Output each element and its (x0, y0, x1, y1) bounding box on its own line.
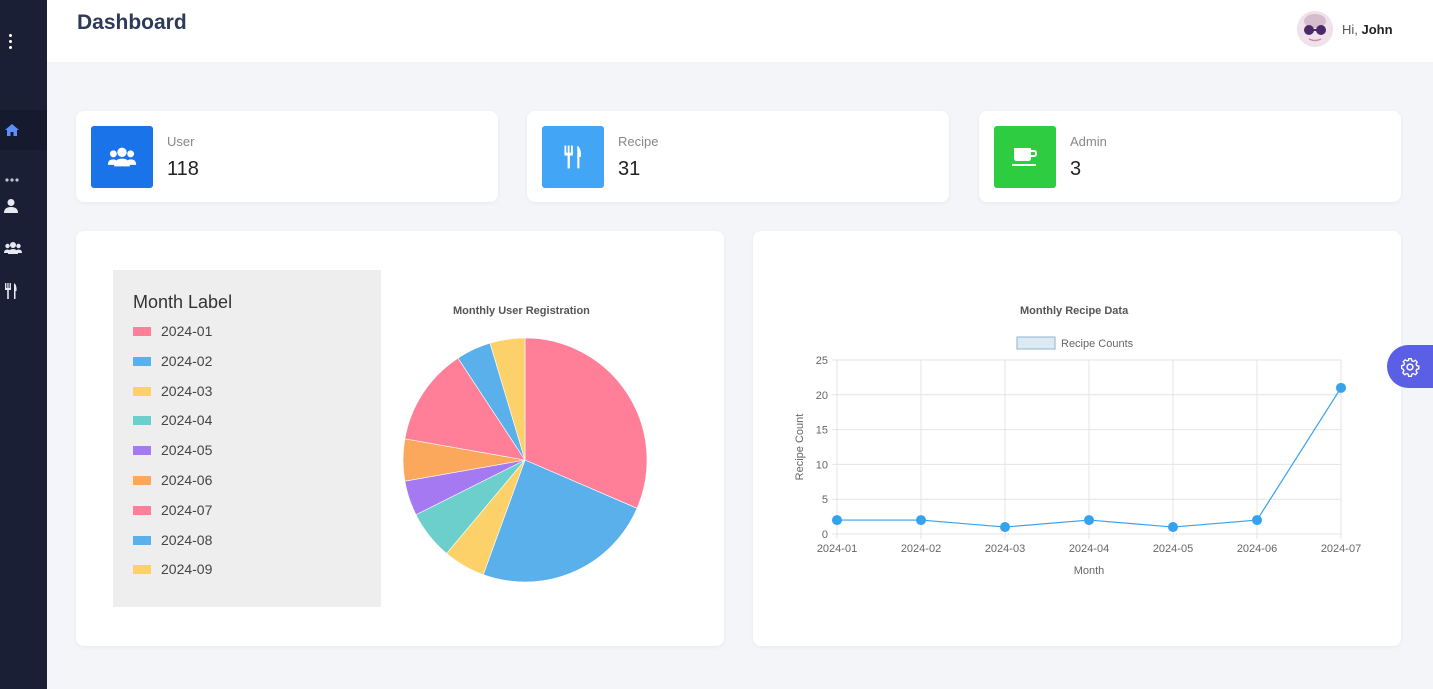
legend-item: 2024-01 (133, 323, 212, 353)
legend-swatch (133, 475, 151, 485)
line-chart-title: Monthly Recipe Data (1020, 305, 1129, 317)
legend-swatch (133, 356, 151, 366)
legend-label: 2024-03 (161, 382, 213, 399)
user-name: John (1361, 22, 1393, 37)
grid (832, 359, 1342, 539)
user-greeting[interactable]: Hi, John (1342, 22, 1393, 37)
home-icon (4, 123, 22, 139)
stat-card-admin: Admin 3 (979, 111, 1401, 202)
x-tick-label: 2024-06 (1237, 543, 1277, 555)
stat-card-user: User 118 (76, 111, 498, 202)
avatar[interactable] (1297, 11, 1333, 47)
legend-item: 2024-06 (133, 472, 212, 502)
user-icon (4, 198, 22, 214)
user-registration-card: Month Label 2024-01 2024-02 2024-03 2024-04… (76, 231, 724, 646)
y-tick-label: 25 (816, 355, 828, 367)
menu-dots-icon[interactable] (7, 34, 15, 54)
x-tick-label: 2024-05 (1153, 543, 1193, 555)
sidebar-item-users[interactable] (4, 241, 22, 257)
x-tick-label: 2024-02 (901, 543, 941, 555)
legend-list: 2024-01 2024-02 2024-03 2024-04 2024-05 2024-… (133, 323, 212, 591)
sidebar (0, 0, 47, 689)
stat-value: 118 (167, 158, 199, 180)
legend-label: 2024-09 (161, 561, 213, 578)
sidebar-item-recipes[interactable] (4, 283, 22, 299)
data-point-2024-05[interactable] (1168, 522, 1178, 533)
legend-swatch (133, 446, 151, 456)
stat-label: Recipe (618, 134, 659, 149)
legend-label: 2024-04 (161, 412, 213, 429)
stat-label: User (167, 134, 195, 149)
recipe-data-card: Monthly Recipe Data 0 5 10 15 20 25 2024-01 202… (753, 231, 1401, 646)
legend-label: 2024-01 (161, 323, 213, 339)
data-point-2024-06[interactable] (1252, 515, 1262, 526)
series-legend-swatch[interactable] (1016, 336, 1056, 350)
legend-item: 2024-07 (133, 502, 212, 532)
stat-value: 31 (618, 158, 641, 180)
y-axis-label: Recipe Count (794, 414, 806, 481)
users-icon (91, 126, 153, 188)
legend-label: 2024-06 (161, 471, 213, 488)
utensils-icon (542, 126, 604, 188)
settings-button[interactable] (1387, 345, 1433, 388)
data-point-2024-03[interactable] (1000, 522, 1010, 533)
legend-item: 2024-02 (133, 353, 212, 383)
legend-swatch (133, 565, 151, 575)
stat-label: Admin (1070, 134, 1107, 149)
greeting-text: Hi, (1342, 22, 1358, 37)
legend-swatch (133, 535, 151, 545)
legend-item: 2024-04 (133, 412, 212, 442)
pie-chart (402, 337, 648, 583)
y-tick-label: 20 (816, 390, 828, 402)
legend-label: 2024-02 (161, 352, 213, 369)
legend-swatch (133, 386, 151, 396)
x-tick-label: 2024-01 (817, 543, 857, 555)
y-tick-label: 10 (816, 459, 828, 471)
users-icon (4, 241, 22, 255)
stat-value: 3 (1070, 158, 1082, 180)
page-title: Dashboard (77, 11, 187, 34)
legend-item: 2024-08 (133, 532, 212, 562)
legend-item: 2024-09 (133, 561, 212, 591)
legend-label: 2024-07 (161, 501, 213, 518)
y-tick-label: 0 (822, 529, 828, 541)
gear-icon (1401, 357, 1420, 377)
y-tick-label: 5 (822, 494, 828, 506)
sidebar-item-home[interactable] (0, 110, 47, 150)
line-chart: 0 5 10 15 20 25 2024-01 2024-02 2024-03 2024-04 20… (794, 336, 1361, 577)
x-tick-label: 2024-03 (985, 543, 1025, 555)
data-point-2024-07[interactable] (1336, 382, 1346, 393)
month-legend: Month Label 2024-01 2024-02 2024-03 2024-04… (113, 270, 381, 607)
utensils-icon (4, 283, 22, 299)
data-point-2024-04[interactable] (1084, 515, 1094, 526)
legend-label: 2024-05 (161, 442, 213, 459)
y-tick-label: 15 (816, 425, 828, 437)
legend-swatch (133, 416, 151, 426)
legend-label: 2024-08 (161, 531, 213, 548)
legend-swatch (133, 327, 151, 336)
top-bar: Dashboard Hi, John (47, 0, 1433, 62)
legend-item: 2024-05 (133, 442, 212, 472)
data-point-2024-01[interactable] (832, 515, 842, 526)
sidebar-item-user[interactable] (4, 198, 22, 214)
x-tick-label: 2024-04 (1069, 543, 1109, 555)
x-tick-label: 2024-07 (1321, 543, 1361, 555)
legend-item: 2024-03 (133, 383, 212, 413)
legend-title: Month Label (133, 292, 233, 312)
data-point-2024-02[interactable] (916, 515, 926, 526)
pie-chart-title: Monthly User Registration (453, 305, 590, 317)
x-axis-label: Month (1074, 565, 1105, 577)
more-dots-icon (4, 170, 20, 182)
legend-swatch (133, 505, 151, 515)
stat-card-recipe: Recipe 31 (527, 111, 949, 202)
coffee-icon (994, 126, 1056, 188)
series-legend-label[interactable]: Recipe Counts (1061, 338, 1134, 350)
